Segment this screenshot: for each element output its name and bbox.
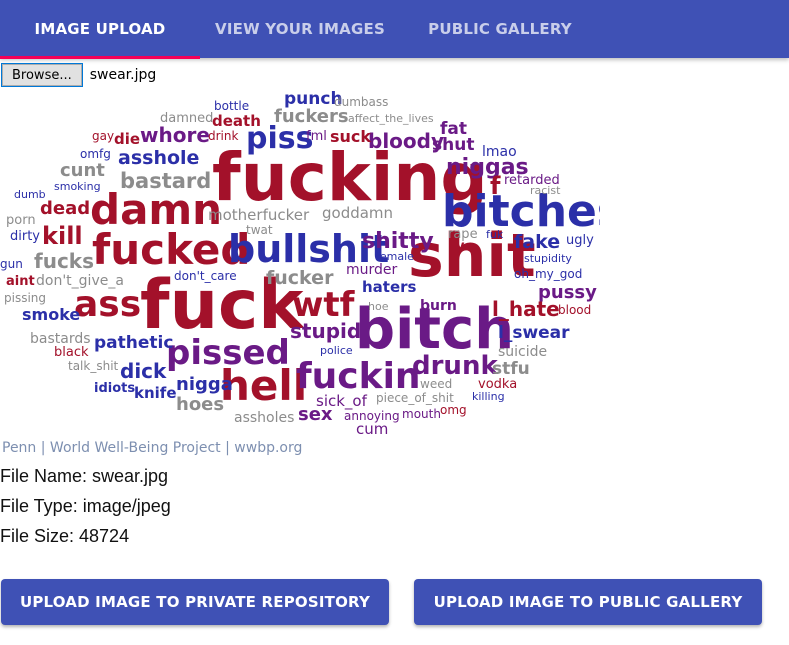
word-cloud-word: cunt: [60, 160, 105, 181]
word-cloud-word: l_hate: [492, 297, 560, 321]
word-cloud-word: fat: [440, 119, 467, 139]
word-cloud-word: burn: [420, 298, 457, 314]
word-cloud-word: fake: [514, 231, 560, 253]
word-cloud-word: omg: [440, 403, 467, 417]
word-cloud-word: stupid: [290, 319, 361, 343]
word-cloud-word: drink: [208, 129, 238, 143]
word-cloud-word: fuk: [486, 228, 504, 241]
word-cloud-word: smoking: [54, 180, 101, 193]
word-cloud-word: assholes: [234, 410, 294, 426]
word-cloud-word: gun: [0, 257, 23, 271]
word-cloud-word: twat: [246, 223, 273, 237]
file-size-info: File Size: 48724: [0, 526, 130, 546]
app-bar: IMAGE UPLOAD VIEW YOUR IMAGES PUBLIC GAL…: [0, 0, 789, 59]
word-cloud-word: l_swear: [498, 323, 570, 343]
word-cloud-word: bastard: [120, 169, 211, 193]
word-cloud-word: f: [490, 172, 501, 200]
word-cloud-word: female: [376, 250, 414, 263]
tab-image-upload[interactable]: IMAGE UPLOAD: [0, 0, 200, 58]
word-cloud-image: fuckingfuckshitbitchbitchesdamnfuckedbul…: [0, 89, 623, 456]
word-cloud-word: motherfucker: [208, 206, 310, 224]
word-cloud-word: fucker: [266, 267, 334, 289]
word-cloud-word: goddamn: [322, 204, 393, 222]
word-cloud-word: blood: [558, 303, 591, 317]
word-cloud-word: stfu: [492, 359, 530, 379]
word-cloud-word: porn: [6, 213, 36, 228]
word-cloud-word: dead: [40, 198, 90, 219]
word-cloud-word: retarded: [504, 173, 560, 188]
word-cloud-word: stupidity: [524, 252, 572, 265]
word-cloud-word: black: [54, 345, 89, 360]
word-cloud-word: hoes: [176, 394, 224, 415]
word-cloud-word: dirty: [10, 229, 40, 244]
word-cloud-word: omfg: [80, 147, 111, 161]
word-cloud-word: damned: [160, 111, 213, 126]
word-cloud-word: murder: [346, 262, 398, 278]
word-cloud-word: bottle: [214, 99, 249, 113]
tab-public-gallery[interactable]: PUBLIC GALLERY: [400, 0, 600, 58]
word-cloud-word: haters: [362, 278, 417, 296]
file-type-info: File Type: image/jpeg: [0, 496, 171, 516]
tab-view-your-images[interactable]: VIEW YOUR IMAGES: [200, 0, 400, 58]
word-cloud-word: fucks: [34, 249, 94, 273]
word-cloud-word: suck: [330, 127, 371, 146]
word-cloud-word: idiots: [94, 381, 135, 396]
word-cloud-word: annoying: [344, 409, 400, 423]
penn-logo: Penn | World Well-Being Project | wwbp.o…: [2, 440, 302, 456]
active-tab-indicator: [0, 56, 200, 59]
word-cloud-word: mouth: [402, 407, 441, 421]
word-cloud-word: fml: [306, 129, 327, 144]
word-cloud-word: fuckers: [274, 106, 349, 127]
file-name-info: File Name: swear.jpg: [0, 466, 169, 486]
file-input[interactable]: Browse... swear.jpg: [1, 63, 156, 87]
word-cloud-word: dumb: [14, 188, 46, 201]
word-cloud-word: killing: [472, 390, 505, 403]
upload-public-button[interactable]: UPLOAD IMAGE TO PUBLIC GALLERY: [414, 579, 762, 625]
word-cloud-word: hoe: [368, 300, 389, 313]
browse-button[interactable]: Browse...: [1, 63, 83, 87]
word-cloud-word: asshole: [118, 147, 199, 169]
word-cloud-word: pissed: [166, 333, 290, 373]
word-cloud-word: ass: [74, 284, 141, 325]
word-cloud-word: nigga: [176, 374, 233, 395]
word-cloud-word: death: [212, 112, 261, 130]
word-cloud-word: talk_shit: [68, 359, 119, 373]
selected-file-name: swear.jpg: [89, 67, 157, 83]
word-cloud-word: don't_give_a: [36, 273, 124, 289]
word-cloud-word: dick: [120, 359, 167, 383]
word-cloud-word: y: [456, 239, 465, 254]
word-cloud-word: smoke: [22, 305, 80, 324]
word-cloud-word: whore: [140, 123, 210, 147]
word-cloud-word: gay: [92, 129, 114, 143]
word-cloud-word: kill: [42, 222, 83, 250]
image-preview: fuckingfuckshitbitchbitchesdamnfuckedbul…: [0, 88, 623, 460]
word-cloud-word: oh_my_god: [514, 267, 582, 281]
word-cloud-word: suicide: [498, 344, 547, 360]
word-cloud-word: weed: [420, 377, 452, 391]
word-cloud-word: pathetic: [94, 333, 173, 353]
word-cloud-word: aint: [6, 274, 35, 289]
upload-private-button[interactable]: UPLOAD IMAGE TO PRIVATE REPOSITORY: [1, 579, 389, 625]
word-cloud-word: pissing: [4, 291, 46, 305]
word-cloud-word: die: [114, 130, 140, 148]
word-cloud-footer: Penn | World Well-Being Project | wwbp.o…: [2, 440, 302, 456]
word-cloud-word: ugly: [566, 233, 594, 248]
word-cloud-word: don't_care: [174, 269, 237, 283]
word-cloud-word: affect_the_lives: [348, 112, 434, 125]
word-cloud-word: lmao: [482, 144, 517, 160]
word-cloud-word: knife: [134, 384, 177, 402]
word-cloud-word: fucked: [92, 225, 250, 274]
word-cloud-word: police: [320, 344, 353, 357]
